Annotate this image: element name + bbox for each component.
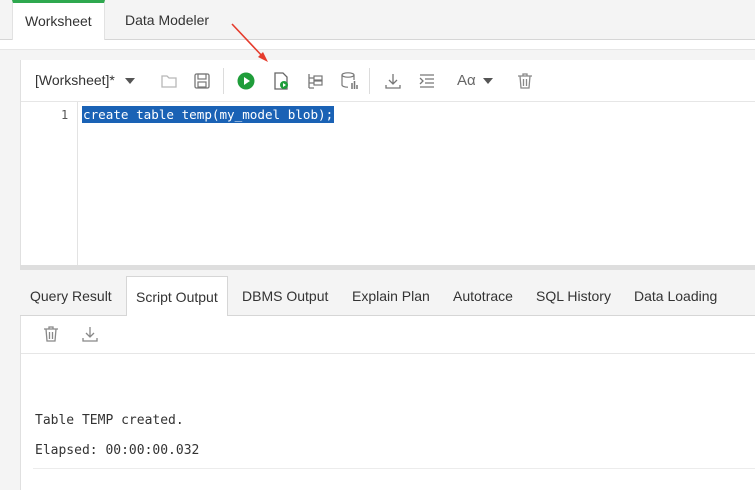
download-icon[interactable]: [383, 71, 403, 91]
clear-icon[interactable]: [515, 71, 535, 91]
chevron-down-icon[interactable]: [125, 78, 135, 84]
download-icon[interactable]: [80, 324, 100, 344]
run-script-icon[interactable]: [271, 71, 291, 91]
elapsed-time: Elapsed: 00:00:00.032: [35, 443, 200, 458]
chevron-down-icon[interactable]: [483, 78, 493, 84]
script-output-panel: Table TEMP created. Elapsed: 00:00:00.03…: [20, 316, 755, 490]
toolbar-divider: [369, 68, 370, 94]
output-divider: [33, 468, 755, 469]
tab-explain-plan[interactable]: Explain Plan: [343, 276, 439, 316]
tab-worksheet[interactable]: Worksheet: [12, 0, 105, 41]
tab-data-modeler[interactable]: Data Modeler: [113, 0, 221, 40]
trash-icon[interactable]: [41, 324, 61, 344]
tab-content-strip: [0, 40, 755, 50]
output-tab-bar: Query Result Script Output DBMS Output E…: [20, 270, 755, 317]
tab-script-output[interactable]: Script Output: [126, 276, 228, 317]
code-editor[interactable]: 1 create table temp(my_model blob);: [21, 102, 755, 265]
code-line-selected[interactable]: create table temp(my_model blob);: [82, 106, 335, 123]
output-toolbar: [21, 316, 755, 354]
top-tab-bar: Worksheet Data Modeler: [0, 0, 755, 41]
line-number-gutter: 1: [21, 102, 78, 265]
output-message: Table TEMP created.: [35, 413, 184, 428]
run-statement-icon[interactable]: [236, 71, 256, 91]
tab-data-loading[interactable]: Data Loading: [625, 276, 726, 316]
tab-dbms-output[interactable]: DBMS Output: [233, 276, 337, 316]
folder-open-icon[interactable]: [159, 71, 179, 91]
tab-autotrace[interactable]: Autotrace: [444, 276, 522, 316]
toolbar-divider: [223, 68, 224, 94]
worksheet-selector[interactable]: [Worksheet]*: [35, 72, 115, 88]
worksheet-panel: [Worksheet]* Aα 1 create table temp(my_m…: [20, 60, 755, 265]
line-number: 1: [61, 108, 69, 122]
save-icon[interactable]: [192, 71, 212, 91]
worksheet-toolbar: [Worksheet]* Aα: [21, 60, 755, 102]
format-icon[interactable]: [417, 71, 437, 91]
explain-plan-icon[interactable]: [305, 71, 325, 91]
tab-sql-history[interactable]: SQL History: [527, 276, 620, 316]
font-size-icon[interactable]: Aα: [457, 72, 476, 89]
tab-query-result[interactable]: Query Result: [21, 276, 121, 316]
autotrace-icon[interactable]: [339, 71, 359, 91]
